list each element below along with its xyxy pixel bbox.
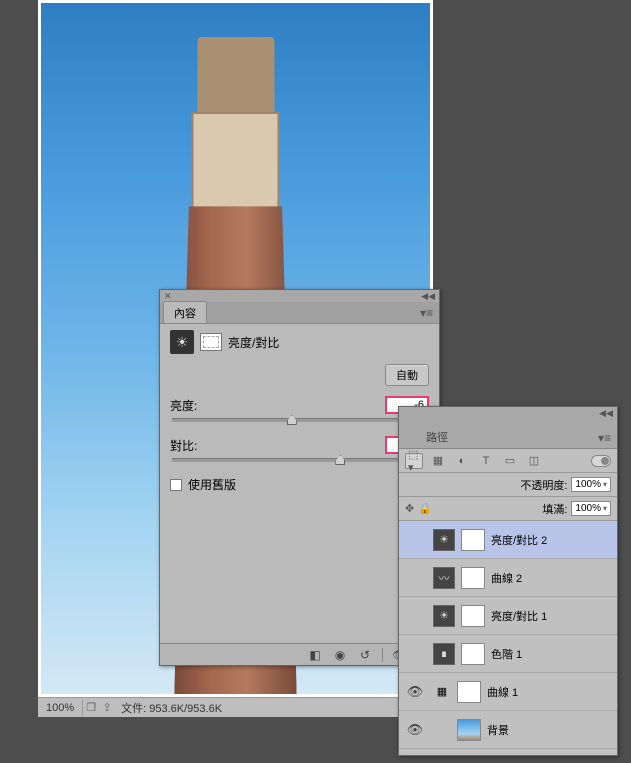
adjustment-thumb-icon: ☀: [433, 529, 455, 551]
brightness-thumb[interactable]: [287, 415, 297, 425]
layer-name[interactable]: 色階 1: [491, 646, 613, 662]
zoom-level[interactable]: 100%: [38, 700, 83, 716]
opacity-label: 不透明度:: [520, 477, 567, 493]
mask-thumb[interactable]: [457, 681, 481, 703]
status-bar: 100% ❐ ⇪ 文件: 953.6K/953.6K ▶: [38, 697, 433, 717]
fill-label: 填滿:: [542, 501, 567, 517]
status-icon[interactable]: ❐: [83, 701, 99, 714]
tab-properties[interactable]: 內容: [163, 301, 207, 323]
layers-panel: ◀◀ . 路徑 ▾≡ ⬚ ▾ ▦ ◐ T ▭ ◫ 不透明度: 100% ✥ 🔒 …: [398, 406, 618, 756]
layer-name[interactable]: 曲線 2: [491, 570, 613, 586]
layer-row[interactable]: ∎ 色階 1: [399, 635, 617, 673]
filter-toggle[interactable]: [591, 455, 611, 467]
layer-row[interactable]: 〰 曲線 2: [399, 559, 617, 597]
opacity-value[interactable]: 100%: [571, 477, 611, 492]
mask-thumb[interactable]: [461, 529, 485, 551]
layers-grip[interactable]: ◀◀: [399, 407, 617, 419]
legacy-label: 使用舊版: [188, 476, 236, 493]
mask-thumb[interactable]: [461, 643, 485, 665]
visibility-icon[interactable]: 👁: [403, 684, 427, 700]
brightness-contrast-icon[interactable]: ☀: [170, 330, 194, 354]
filter-pixel-icon[interactable]: ▦: [429, 453, 447, 469]
adjustment-thumb-icon: ∎: [433, 643, 455, 665]
adjustment-title: 亮度/對比: [228, 334, 279, 351]
layer-row[interactable]: ☀ 亮度/對比 1: [399, 597, 617, 635]
background-thumb: [457, 719, 481, 741]
tab-paths[interactable]: 路徑: [418, 426, 456, 448]
layer-name[interactable]: 亮度/對比 2: [491, 532, 613, 548]
status-share-icon[interactable]: ⇪: [99, 701, 115, 714]
layer-name[interactable]: 曲線 1: [487, 684, 613, 700]
lock-move-icon[interactable]: ✥: [405, 502, 414, 515]
layer-row[interactable]: 👁 背景: [399, 711, 617, 749]
auto-button[interactable]: 自動: [385, 364, 429, 386]
filter-smart-icon[interactable]: ◫: [525, 453, 543, 469]
layer-name[interactable]: 亮度/對比 1: [491, 608, 613, 624]
layer-row[interactable]: 👁 ▦ 曲線 1: [399, 673, 617, 711]
layer-name[interactable]: 背景: [487, 722, 613, 738]
contrast-label: 對比:: [170, 437, 197, 454]
reset-icon[interactable]: ↺: [357, 647, 373, 663]
adjustment-thumb-icon: ☀: [433, 605, 455, 627]
clip-to-layer-icon[interactable]: ◧: [307, 647, 323, 663]
panel-menu-icon[interactable]: ▾≡: [420, 306, 433, 323]
view-previous-icon[interactable]: ◉: [332, 647, 348, 663]
legacy-checkbox[interactable]: [170, 479, 182, 491]
filter-shape-icon[interactable]: ▭: [501, 453, 519, 469]
filter-kind-icon[interactable]: ⬚ ▾: [405, 453, 423, 469]
brightness-label: 亮度:: [170, 397, 197, 414]
layer-row[interactable]: ☀ 亮度/對比 2: [399, 521, 617, 559]
fill-value[interactable]: 100%: [571, 501, 611, 516]
close-icon[interactable]: ✕: [164, 291, 172, 302]
contrast-slider[interactable]: [172, 458, 427, 462]
mask-thumb[interactable]: [461, 605, 485, 627]
layers-menu-icon[interactable]: ▾≡: [598, 431, 611, 448]
brightness-slider[interactable]: [172, 418, 427, 422]
visibility-icon[interactable]: 👁: [403, 722, 427, 738]
layer-list: ☀ 亮度/對比 2 〰 曲線 2 ☀ 亮度/對比 1 ∎ 色階 1 👁 ▦ 曲線…: [399, 521, 617, 749]
layer-filter-row: ⬚ ▾ ▦ ◐ T ▭ ◫: [399, 449, 617, 473]
filter-type-icon[interactable]: T: [477, 453, 495, 469]
collapse-icon[interactable]: ◀◀: [421, 291, 435, 302]
mask-icon[interactable]: [200, 333, 222, 351]
link-icon[interactable]: ▦: [433, 685, 451, 698]
mask-thumb[interactable]: [461, 567, 485, 589]
collapse-icon[interactable]: ◀◀: [599, 408, 613, 419]
file-info: 文件: 953.6K/953.6K: [115, 698, 228, 718]
lock-all-icon[interactable]: 🔒: [418, 502, 432, 515]
adjustment-thumb-icon: 〰: [433, 567, 455, 589]
filter-adjust-icon[interactable]: ◐: [453, 453, 471, 469]
contrast-thumb[interactable]: [335, 455, 345, 465]
